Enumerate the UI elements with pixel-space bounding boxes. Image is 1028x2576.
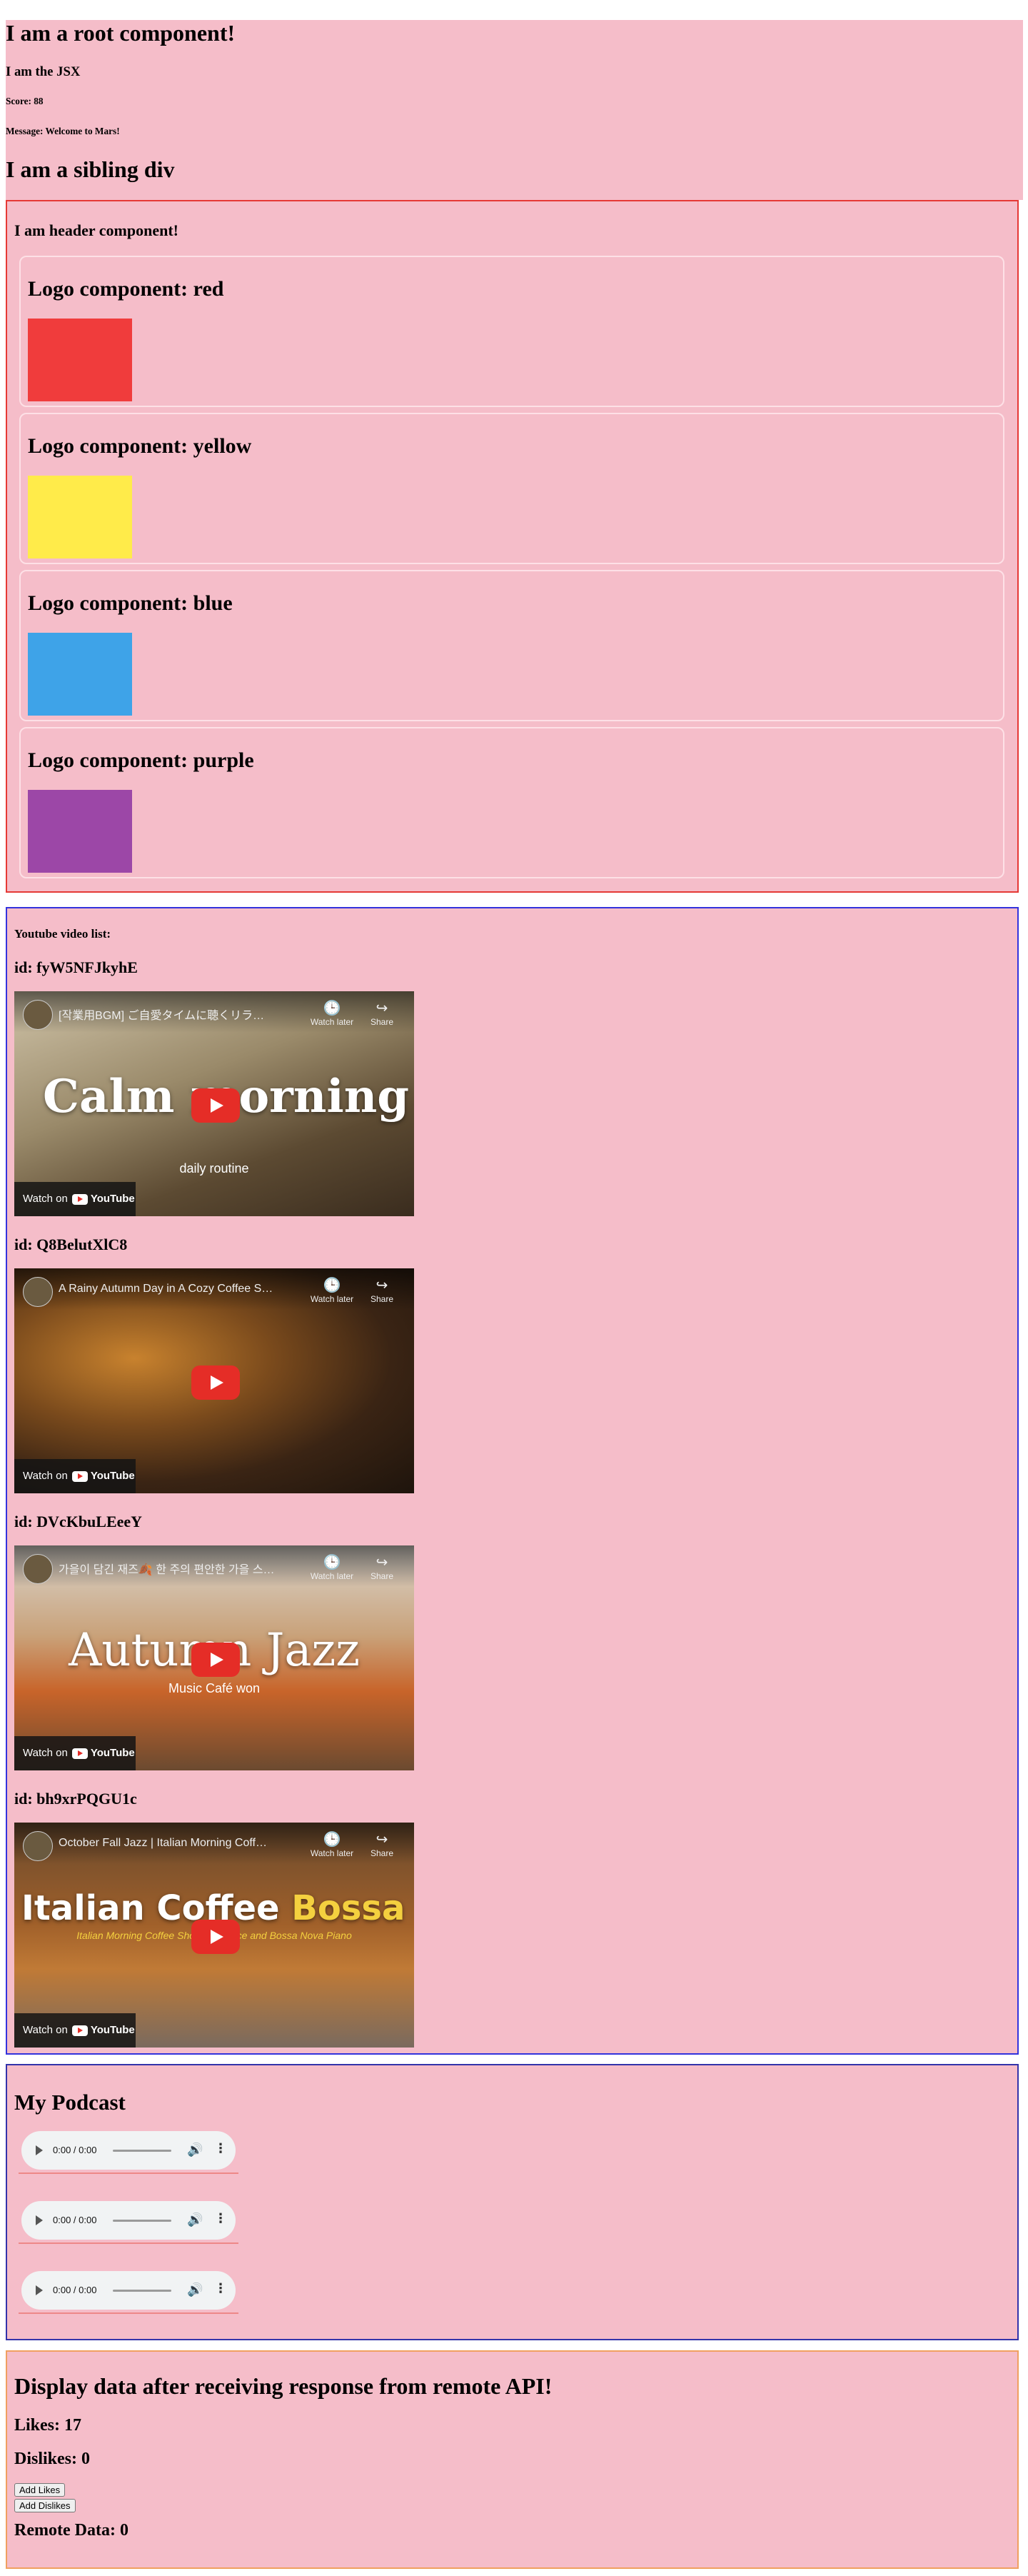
audio-progress-bar[interactable]: [113, 2150, 171, 2152]
youtube-embed[interactable]: A Rainy Autumn Day in A Cozy Coffee S… 🕒…: [14, 1268, 414, 1493]
logo-card-blue: Logo component: blue: [19, 570, 1004, 721]
podcast-title: My Podcast: [14, 2090, 126, 2115]
video-id: id: fyW5NFJkyhE: [14, 958, 138, 976]
more-options-icon[interactable]: ⋮: [214, 2211, 227, 2226]
youtube-embed[interactable]: October Fall Jazz | Italian Morning Coff…: [14, 1823, 414, 2048]
play-icon[interactable]: [36, 2285, 43, 2295]
logo-label: Logo component: red: [28, 277, 224, 301]
header-title: I am header component!: [14, 221, 178, 239]
watch-on-youtube-link[interactable]: Watch on YouTube: [14, 2013, 136, 2048]
play-button[interactable]: [191, 1088, 240, 1123]
volume-icon[interactable]: 🔊: [187, 2143, 203, 2157]
clock-icon: 🕒: [323, 1001, 341, 1016]
share-icon: ↪: [376, 1278, 388, 1293]
video-id: id: Q8BelutXlC8: [14, 1236, 128, 1253]
clock-icon: 🕒: [323, 1278, 341, 1293]
audio-player[interactable]: 0:00 / 0:00 🔊 ⋮: [19, 2131, 238, 2174]
header-component: I am header component! Logo component: r…: [6, 200, 1019, 893]
share-icon: ↪: [376, 1832, 388, 1848]
play-button[interactable]: [191, 1365, 240, 1400]
audio-progress-bar[interactable]: [113, 2220, 171, 2222]
share-icon: ↪: [376, 1001, 388, 1016]
volume-icon[interactable]: 🔊: [187, 2282, 203, 2297]
jsx-heading: I am the JSX: [6, 64, 81, 79]
channel-avatar[interactable]: [23, 1000, 53, 1030]
youtube-video-list: Youtube video list: id: fyW5NFJkyhE [작業用…: [6, 907, 1019, 2055]
logo-swatch-blue: [28, 633, 132, 716]
logo-swatch-red: [28, 319, 132, 401]
root-component: I am a root component! I am the JSX Scor…: [6, 20, 1023, 200]
share-button[interactable]: ↪ Share: [357, 1277, 407, 1304]
logo-card-red: Logo component: red: [19, 256, 1004, 407]
add-likes-button[interactable]: Add Likes: [14, 2483, 66, 2497]
play-icon[interactable]: [36, 2145, 43, 2155]
api-display-component: Display data after receiving response fr…: [6, 2350, 1019, 2569]
channel-avatar[interactable]: [23, 1277, 53, 1307]
watch-on-youtube-link[interactable]: Watch on YouTube: [14, 1736, 136, 1770]
root-title: I am a root component!: [6, 20, 236, 46]
likes-count: Likes: 17: [14, 2416, 82, 2435]
audio-progress-bar[interactable]: [113, 2290, 171, 2292]
thumbnail-subtext: Music Café won: [168, 1681, 261, 1695]
video-id: id: bh9xrPQGU1c: [14, 1790, 137, 1808]
watch-on-youtube-link[interactable]: Watch on YouTube: [14, 1182, 136, 1216]
clock-icon: 🕒: [323, 1555, 341, 1570]
podcast-component: My Podcast 0:00 / 0:00 🔊 ⋮ 0:00 / 0:00 🔊…: [6, 2064, 1019, 2340]
watch-later-button[interactable]: 🕒 Watch later: [307, 1000, 357, 1027]
logo-label: Logo component: purple: [28, 748, 254, 772]
play-icon[interactable]: [36, 2215, 43, 2225]
add-dislikes-button[interactable]: Add Dislikes: [14, 2499, 76, 2512]
share-button[interactable]: ↪ Share: [357, 1000, 407, 1027]
logo-card-purple: Logo component: purple: [19, 727, 1004, 878]
youtube-embed[interactable]: 가을이 담긴 재즈🍂 한 주의 편안한 가을 스… 🕒 Watch later ↪…: [14, 1545, 414, 1770]
audio-time: 0:00 / 0:00: [53, 2285, 97, 2295]
watch-on-youtube-link[interactable]: Watch on YouTube: [14, 1459, 136, 1493]
watch-later-button[interactable]: 🕒 Watch later: [307, 1277, 357, 1304]
youtube-logo-icon: [71, 2025, 88, 2036]
play-button[interactable]: [191, 1643, 240, 1677]
logo-label: Logo component: yellow: [28, 434, 252, 458]
clock-icon: 🕒: [323, 1832, 341, 1848]
audio-player[interactable]: 0:00 / 0:00 🔊 ⋮: [19, 2271, 238, 2314]
video-title[interactable]: A Rainy Autumn Day in A Cozy Coffee S…: [59, 1283, 294, 1295]
sibling-div: I am a sibling div: [6, 156, 175, 182]
share-button[interactable]: ↪ Share: [357, 1554, 407, 1581]
audio-player[interactable]: 0:00 / 0:00 🔊 ⋮: [19, 2201, 238, 2244]
audio-time: 0:00 / 0:00: [53, 2145, 97, 2155]
video-title[interactable]: 가을이 담긴 재즈🍂 한 주의 편안한 가을 스…: [59, 1560, 294, 1577]
play-button[interactable]: [191, 1920, 240, 1954]
watch-later-button[interactable]: 🕒 Watch later: [307, 1831, 357, 1858]
youtube-logo-icon: [71, 1748, 88, 1759]
channel-avatar[interactable]: [23, 1831, 53, 1861]
api-title: Display data after receiving response fr…: [14, 2373, 553, 2399]
youtube-logo-icon: [71, 1470, 88, 1482]
video-id: id: DVcKbuLEeeY: [14, 1513, 143, 1530]
dislikes-count: Dislikes: 0: [14, 2450, 91, 2468]
youtube-list-label: Youtube video list:: [14, 927, 111, 941]
thumbnail-subtext: daily routine: [179, 1161, 249, 1176]
share-icon: ↪: [376, 1555, 388, 1570]
score-text: Score: 88: [6, 96, 44, 106]
logo-card-yellow: Logo component: yellow: [19, 413, 1004, 564]
logo-label: Logo component: blue: [28, 591, 233, 615]
volume-icon[interactable]: 🔊: [187, 2212, 203, 2227]
watch-later-button[interactable]: 🕒 Watch later: [307, 1554, 357, 1581]
share-button[interactable]: ↪ Share: [357, 1831, 407, 1858]
youtube-logo-icon: [71, 1193, 88, 1205]
audio-time: 0:00 / 0:00: [53, 2215, 97, 2225]
video-title[interactable]: [작業用BGM] ご自愛タイムに聴くリラ…: [59, 1006, 294, 1023]
video-title[interactable]: October Fall Jazz | Italian Morning Coff…: [59, 1837, 294, 1850]
logo-swatch-purple: [28, 790, 132, 873]
more-options-icon[interactable]: ⋮: [214, 2141, 227, 2156]
remote-data: Remote Data: 0: [14, 2521, 128, 2540]
youtube-embed[interactable]: [작業用BGM] ご自愛タイムに聴くリラ… 🕒 Watch later ↪ Shar…: [14, 991, 414, 1216]
channel-avatar[interactable]: [23, 1554, 53, 1584]
message-text: Message: Welcome to Mars!: [6, 126, 120, 136]
logo-swatch-yellow: [28, 476, 132, 558]
more-options-icon[interactable]: ⋮: [214, 2281, 227, 2296]
